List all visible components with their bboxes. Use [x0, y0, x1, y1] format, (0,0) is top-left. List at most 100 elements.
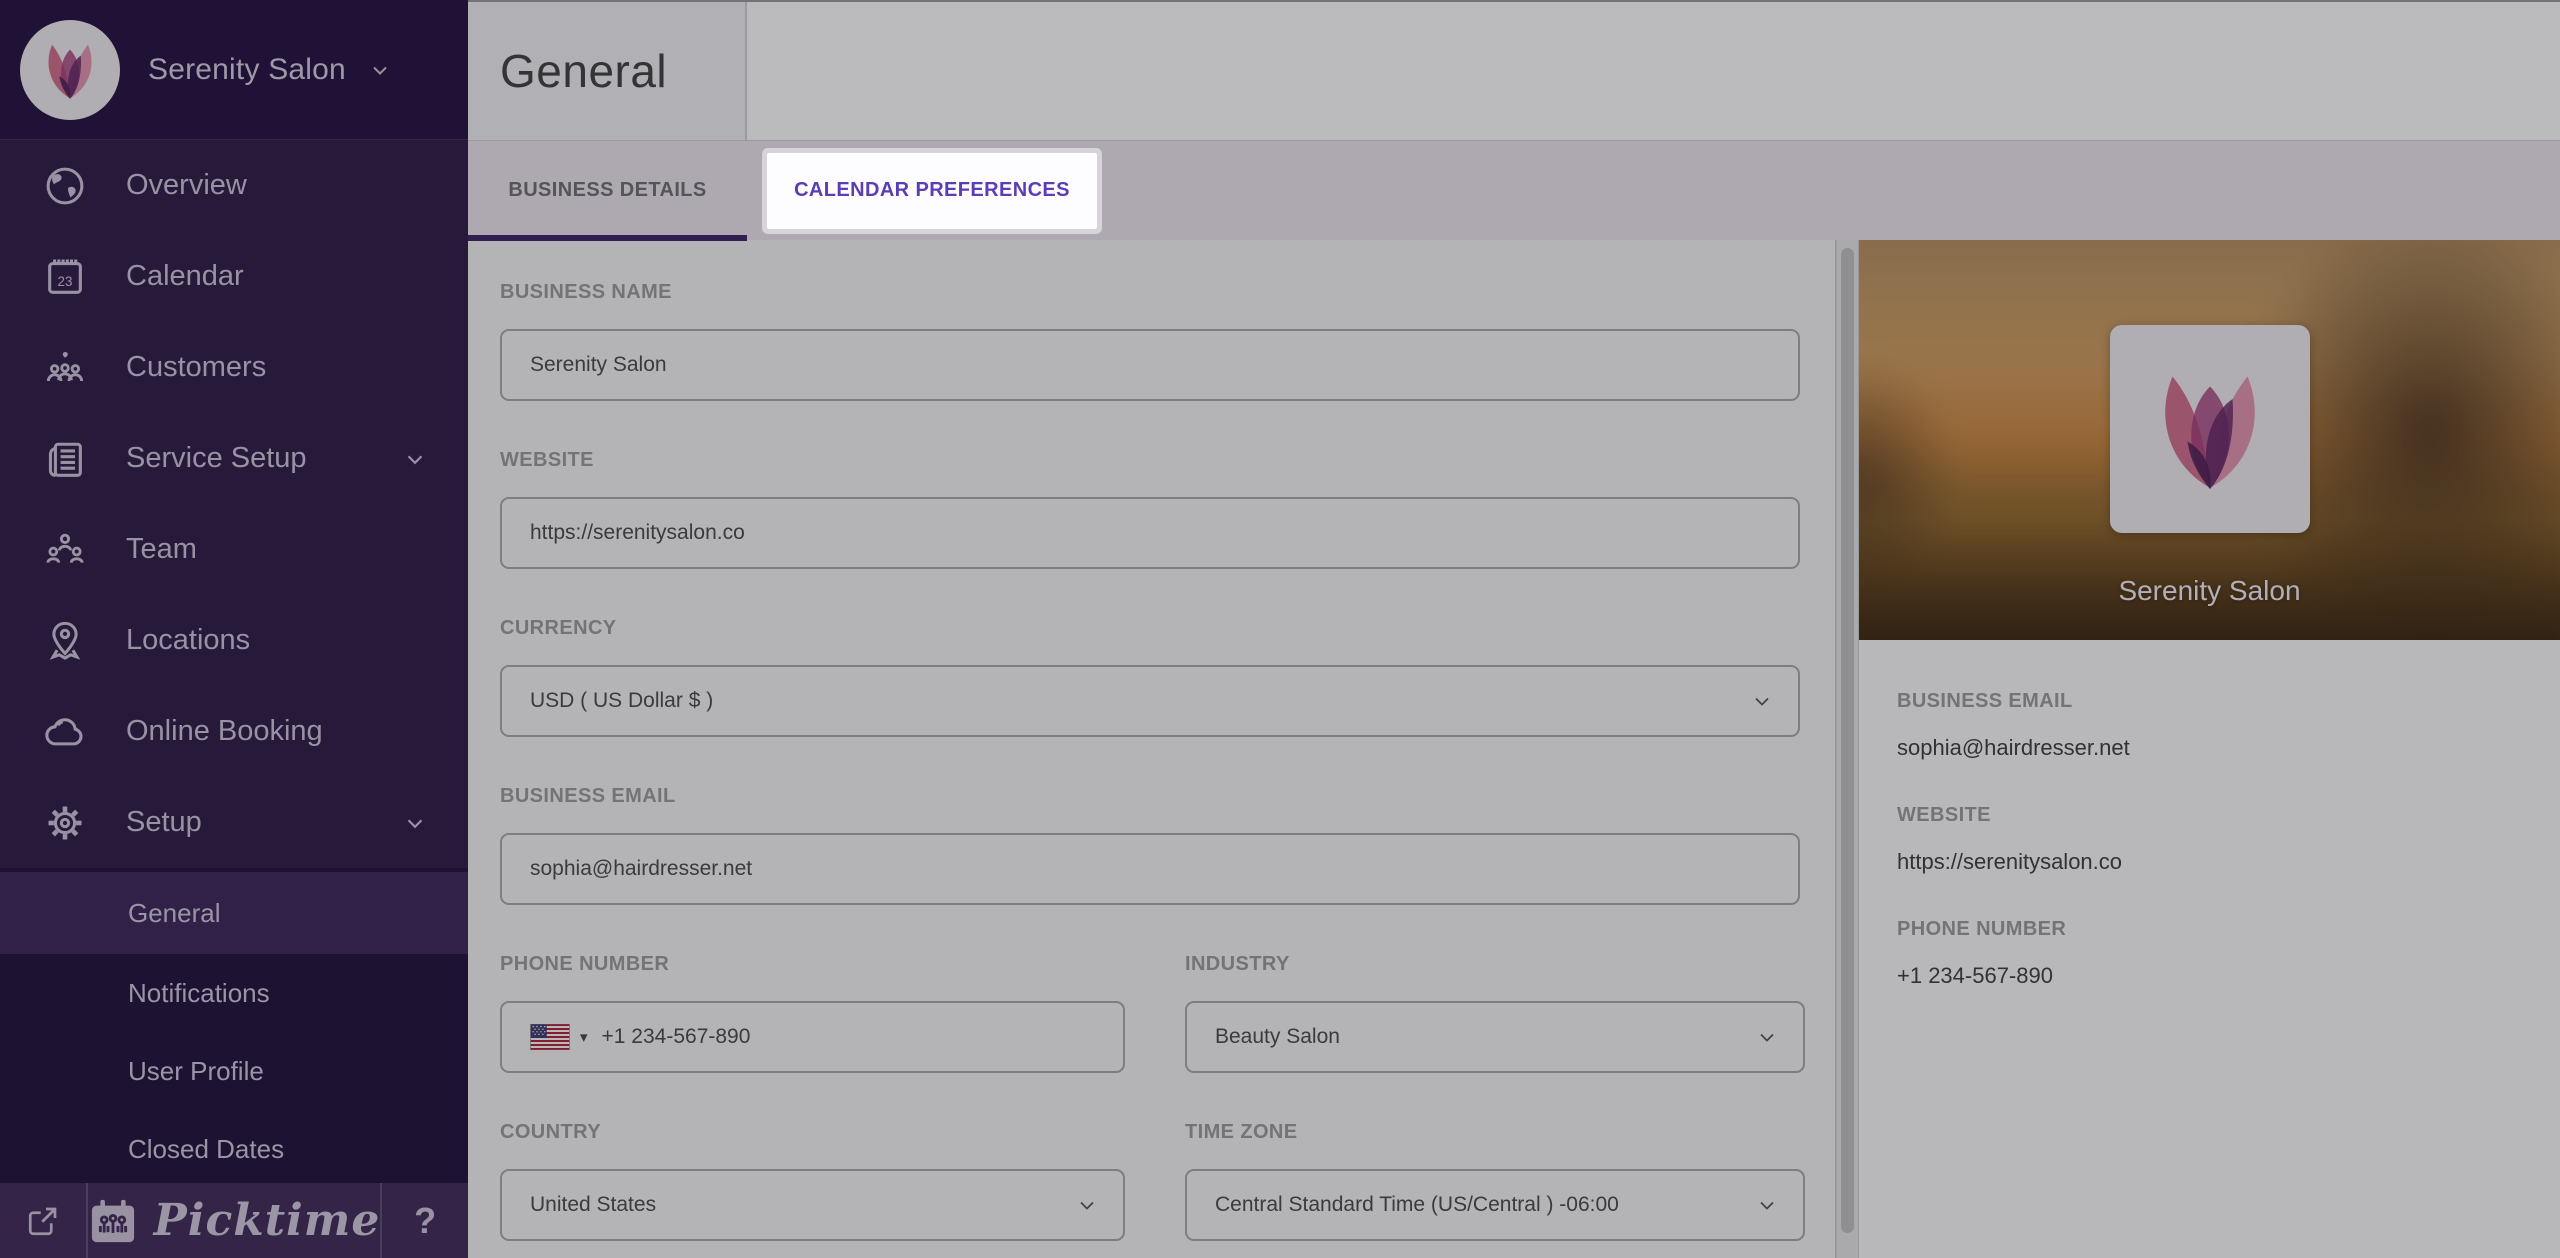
tab-calendar-preferences[interactable]: CALENDAR PREFERENCES: [767, 153, 1097, 229]
external-link-button[interactable]: [0, 1183, 88, 1258]
lotus-logo-icon: [34, 34, 106, 106]
chevron-down-icon: [1755, 1025, 1779, 1049]
currency-select[interactable]: USD ( US Dollar $ ): [500, 665, 1800, 737]
sidebar-footer: Picktime ?: [0, 1183, 468, 1258]
content-row: BUSINESS NAME WEBSITE CURRENCY USD ( US …: [468, 240, 2560, 1258]
field-country: COUNTRY United States: [500, 1121, 1125, 1241]
vertical-scrollbar[interactable]: [1836, 240, 1858, 1258]
picktime-wordmark: Picktime: [154, 1195, 381, 1246]
business-name-label: BUSINESS NAME: [500, 281, 1800, 304]
sidebar-item-label: Customers: [126, 351, 428, 384]
business-logo-card: [2110, 325, 2310, 533]
tab-bar: BUSINESS DETAILS CALENDAR PREFERENCES: [468, 140, 2560, 240]
website-input[interactable]: [500, 497, 1800, 569]
services-icon: [36, 436, 94, 482]
sidebar: Serenity Salon Overview: [0, 0, 468, 1258]
external-link-icon: [25, 1203, 61, 1239]
business-logo: [20, 20, 120, 120]
field-business-email: BUSINESS EMAIL: [500, 785, 1800, 905]
panel-phone-group: PHONE NUMBER +1 234-567-890: [1897, 918, 2530, 989]
sidebar-item-label: Online Booking: [126, 715, 428, 748]
business-switcher[interactable]: Serenity Salon: [0, 0, 468, 140]
panel-email-label: BUSINESS EMAIL: [1897, 690, 2530, 713]
chevron-down-icon: [368, 58, 392, 82]
sidebar-item-label: Calendar: [126, 260, 428, 293]
sidebar-item-label: Overview: [126, 169, 428, 202]
website-label: WEBSITE: [500, 449, 1800, 472]
country-label: COUNTRY: [500, 1121, 1125, 1144]
calendar-icon: 23: [36, 254, 94, 300]
cloud-icon: [36, 709, 94, 755]
subitem-label: Closed Dates: [128, 1134, 284, 1165]
business-preview-panel: Serenity Salon BUSINESS EMAIL sophia@hai…: [1858, 240, 2560, 1258]
active-tab-indicator: [468, 235, 747, 241]
sidebar-subitem-closed-dates[interactable]: Closed Dates: [0, 1110, 468, 1188]
country-value: United States: [530, 1193, 1075, 1217]
panel-website-label: WEBSITE: [1897, 804, 2530, 827]
chevron-down-icon: [1075, 1193, 1099, 1217]
sidebar-item-online-booking[interactable]: Online Booking: [0, 686, 468, 777]
team-icon: [36, 527, 94, 573]
chevron-down-icon: [1755, 1193, 1779, 1217]
chevron-down-icon: [402, 810, 428, 836]
sidebar-subitem-user-profile[interactable]: User Profile: [0, 1032, 468, 1110]
panel-email-group: BUSINESS EMAIL sophia@hairdresser.net: [1897, 690, 2530, 761]
globe-icon: [36, 163, 94, 209]
sidebar-item-setup[interactable]: Setup: [0, 777, 468, 868]
business-name: Serenity Salon: [148, 53, 346, 87]
timezone-value: Central Standard Time (US/Central ) -06:…: [1215, 1193, 1755, 1217]
location-pin-icon: [36, 618, 94, 664]
lotus-logo-icon: [2135, 354, 2285, 504]
sidebar-item-team[interactable]: Team: [0, 504, 468, 595]
phone-number-label: PHONE NUMBER: [500, 953, 1125, 976]
sidebar-nav: Overview 23 Calendar: [0, 140, 468, 868]
sidebar-subitem-general[interactable]: General: [0, 872, 468, 954]
us-flag-icon: [530, 1024, 570, 1050]
business-name-input[interactable]: [500, 329, 1800, 401]
phone-country-caret-icon: ▾: [580, 1028, 588, 1046]
help-button[interactable]: ?: [380, 1183, 468, 1258]
picktime-logo[interactable]: Picktime: [88, 1183, 381, 1258]
field-phone-number: PHONE NUMBER: [500, 953, 1125, 1073]
gear-icon: [36, 800, 94, 846]
picktime-calendar-icon: [88, 1198, 138, 1244]
panel-business-name: Serenity Salon: [1859, 575, 2560, 607]
industry-label: INDUSTRY: [1185, 953, 1805, 976]
sidebar-item-locations[interactable]: Locations: [0, 595, 468, 686]
subitem-label: Notifications: [128, 978, 270, 1009]
phone-input[interactable]: ▾ +1 234-567-890: [500, 1001, 1125, 1073]
tab-label: BUSINESS DETAILS: [508, 179, 706, 202]
industry-value: Beauty Salon: [1215, 1025, 1755, 1049]
sidebar-item-customers[interactable]: Customers: [0, 322, 468, 413]
business-details-form: BUSINESS NAME WEBSITE CURRENCY USD ( US …: [468, 240, 1836, 1258]
sidebar-item-service-setup[interactable]: Service Setup: [0, 413, 468, 504]
svg-text:23: 23: [58, 273, 73, 288]
panel-phone-label: PHONE NUMBER: [1897, 918, 2530, 941]
picktime-app: Serenity Salon Overview: [0, 0, 2560, 1258]
cover-photo: Serenity Salon: [1859, 240, 2560, 640]
chevron-down-icon: [1750, 689, 1774, 713]
panel-info: BUSINESS EMAIL sophia@hairdresser.net WE…: [1859, 640, 2560, 1032]
phone-number-value: +1 234-567-890: [602, 1025, 751, 1049]
industry-select[interactable]: Beauty Salon: [1185, 1001, 1805, 1073]
sidebar-item-label: Team: [126, 533, 428, 566]
field-timezone: TIME ZONE Central Standard Time (US/Cent…: [1185, 1121, 1805, 1241]
business-email-input[interactable]: [500, 833, 1800, 905]
country-select[interactable]: United States: [500, 1169, 1125, 1241]
sidebar-item-label: Setup: [126, 806, 402, 839]
panel-website-value: https://serenitysalon.co: [1897, 849, 2122, 874]
field-currency: CURRENCY USD ( US Dollar $ ): [500, 617, 1800, 737]
page-header: General: [468, 0, 2560, 140]
sidebar-item-overview[interactable]: Overview: [0, 140, 468, 231]
sidebar-subitem-notifications[interactable]: Notifications: [0, 954, 468, 1032]
sidebar-item-calendar[interactable]: 23 Calendar: [0, 231, 468, 322]
business-email-label: BUSINESS EMAIL: [500, 785, 1800, 808]
subitem-label: User Profile: [128, 1056, 264, 1087]
tab-business-details[interactable]: BUSINESS DETAILS: [468, 141, 747, 241]
field-website: WEBSITE: [500, 449, 1800, 569]
scrollbar-thumb[interactable]: [1841, 248, 1854, 1233]
page-title-box: General: [468, 2, 747, 140]
sidebar-item-label: Service Setup: [126, 442, 402, 475]
timezone-select[interactable]: Central Standard Time (US/Central ) -06:…: [1185, 1169, 1805, 1241]
currency-label: CURRENCY: [500, 617, 1800, 640]
